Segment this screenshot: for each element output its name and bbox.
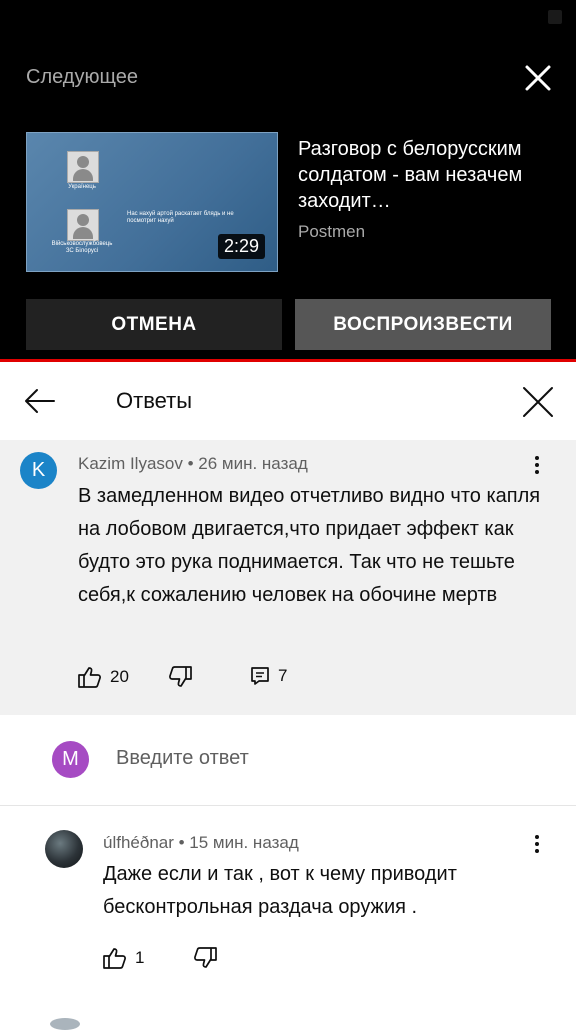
cancel-button[interactable]: ОТМЕНА: [26, 299, 282, 350]
comment-icon: [251, 667, 269, 685]
comment-text: Даже если и так , вот к чему приводит бе…: [103, 863, 457, 918]
comment-text: В замедленном видео отчетливо видно что …: [78, 485, 541, 606]
video-thumbnail[interactable]: Українець Військовослужбовець ЗС Білорус…: [26, 132, 278, 272]
play-button[interactable]: ВОСПРОИЗВЕСТИ: [295, 299, 551, 350]
close-icon[interactable]: [520, 384, 556, 420]
dislike-button[interactable]: [193, 947, 225, 969]
reply-input[interactable]: [116, 747, 536, 770]
avatar: M: [52, 741, 89, 778]
like-button[interactable]: 20: [78, 666, 129, 688]
thumb-up-icon: [78, 667, 101, 688]
thumbnail-caption: Нас нахуй артой раскатает блядь и не пос…: [127, 211, 234, 224]
comment-meta: Kazim Ilyasov • 26 мин. назад: [78, 454, 308, 473]
more-vert-icon[interactable]: [534, 456, 540, 478]
back-arrow-icon[interactable]: [22, 384, 58, 418]
reply-count: 7: [278, 666, 288, 685]
thumbnail-label-bottom: Військовослужбовець ЗС Білорусі: [51, 241, 113, 254]
replies-title: Ответы: [116, 388, 193, 413]
thumb-up-icon: [103, 948, 126, 969]
avatar: [50, 1018, 80, 1030]
next-video-channel: Postmen: [298, 222, 366, 241]
thumb-down-icon: [194, 947, 217, 968]
reply-comment: úlfhéðnar • 15 мин. назад Даже если и та…: [0, 806, 576, 1024]
comment-meta: úlfhéðnar • 15 мин. назад: [103, 833, 299, 852]
avatar[interactable]: K: [20, 452, 57, 489]
next-video-title[interactable]: Разговор с белорусским солдатом - вам не…: [298, 136, 558, 214]
thumbnail-label-top: Українець: [68, 184, 96, 190]
like-count: 20: [110, 667, 129, 686]
reply-composer: M: [0, 715, 576, 806]
video-duration: 2:29: [217, 234, 265, 259]
more-vert-icon[interactable]: [534, 835, 540, 857]
close-icon[interactable]: [522, 62, 554, 94]
dislike-button[interactable]: [168, 666, 200, 688]
thumb-down-icon: [169, 666, 192, 687]
reply-count-button[interactable]: 7: [250, 666, 287, 686]
status-indicator: [548, 10, 562, 24]
like-button[interactable]: 1: [103, 947, 144, 969]
replies-header: Ответы: [0, 362, 576, 441]
person-silhouette-icon: [67, 151, 99, 183]
up-next-heading: Следующее: [26, 66, 138, 88]
like-count: 1: [135, 948, 145, 967]
person-silhouette-icon: [67, 209, 99, 241]
up-next-overlay: Следующее Українець Військовослужбовець …: [0, 0, 576, 362]
avatar[interactable]: [45, 830, 83, 868]
parent-comment: K Kazim Ilyasov • 26 мин. назад В замедл…: [0, 440, 576, 715]
